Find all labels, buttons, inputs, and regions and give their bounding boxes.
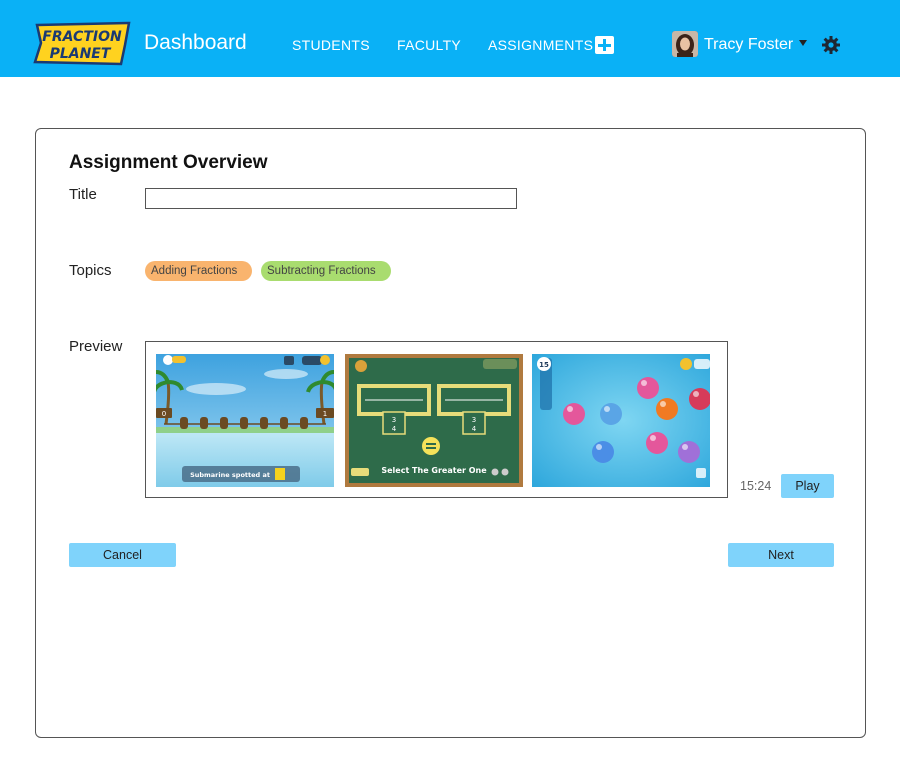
chevron-down-icon[interactable] — [799, 40, 807, 46]
svg-text:Select The Greater One: Select The Greater One — [381, 466, 487, 475]
preview-duration: 15:24 — [740, 479, 772, 493]
svg-text:3: 3 — [472, 416, 476, 424]
nav-students[interactable]: STUDENTS — [292, 37, 370, 53]
nav-faculty[interactable]: FACULTY — [397, 37, 461, 53]
svg-text:15: 15 — [539, 361, 549, 369]
svg-text:0: 0 — [162, 410, 166, 418]
topic-tag-subtracting-fractions[interactable]: Subtracting Fractions — [261, 261, 391, 281]
logo-line2: PLANET — [50, 46, 112, 62]
user-name[interactable]: Tracy Foster — [704, 36, 793, 54]
dashboard-title: Dashboard — [144, 31, 247, 54]
play-button[interactable]: Play — [781, 474, 834, 498]
game-preview-bubbles[interactable]: 15 — [532, 354, 710, 487]
svg-text:Submarine spotted at: Submarine spotted at — [190, 471, 270, 479]
svg-text:4: 4 — [472, 425, 477, 433]
gear-icon[interactable] — [822, 36, 840, 54]
svg-text:4: 4 — [392, 425, 397, 433]
top-navigation-bar: FRACTION PLANET Dashboard STUDENTS FACUL… — [0, 0, 900, 77]
nav-assignments[interactable]: ASSIGNMENTS — [488, 37, 593, 53]
topics-label: Topics — [69, 262, 112, 279]
cancel-button[interactable]: Cancel — [69, 543, 176, 567]
logo-line1: FRACTION — [42, 29, 122, 45]
user-avatar[interactable] — [672, 31, 698, 57]
preview-label: Preview — [69, 338, 123, 355]
game-preview-submarine[interactable]: 0 1 Submarine spotted at — [156, 354, 334, 487]
svg-text:3: 3 — [392, 416, 396, 424]
title-label: Title — [69, 186, 97, 203]
title-input[interactable] — [145, 188, 517, 209]
fraction-planet-logo[interactable]: FRACTION PLANET — [33, 21, 131, 66]
page-title: Assignment Overview — [69, 152, 268, 173]
svg-text:1: 1 — [323, 410, 327, 418]
add-assignment-icon[interactable] — [595, 36, 614, 54]
topic-tag-adding-fractions[interactable]: Adding Fractions — [145, 261, 252, 281]
game-preview-greater-one[interactable]: 3 4 3 4 Select The Greater One — [345, 354, 523, 487]
next-button[interactable]: Next — [728, 543, 834, 567]
